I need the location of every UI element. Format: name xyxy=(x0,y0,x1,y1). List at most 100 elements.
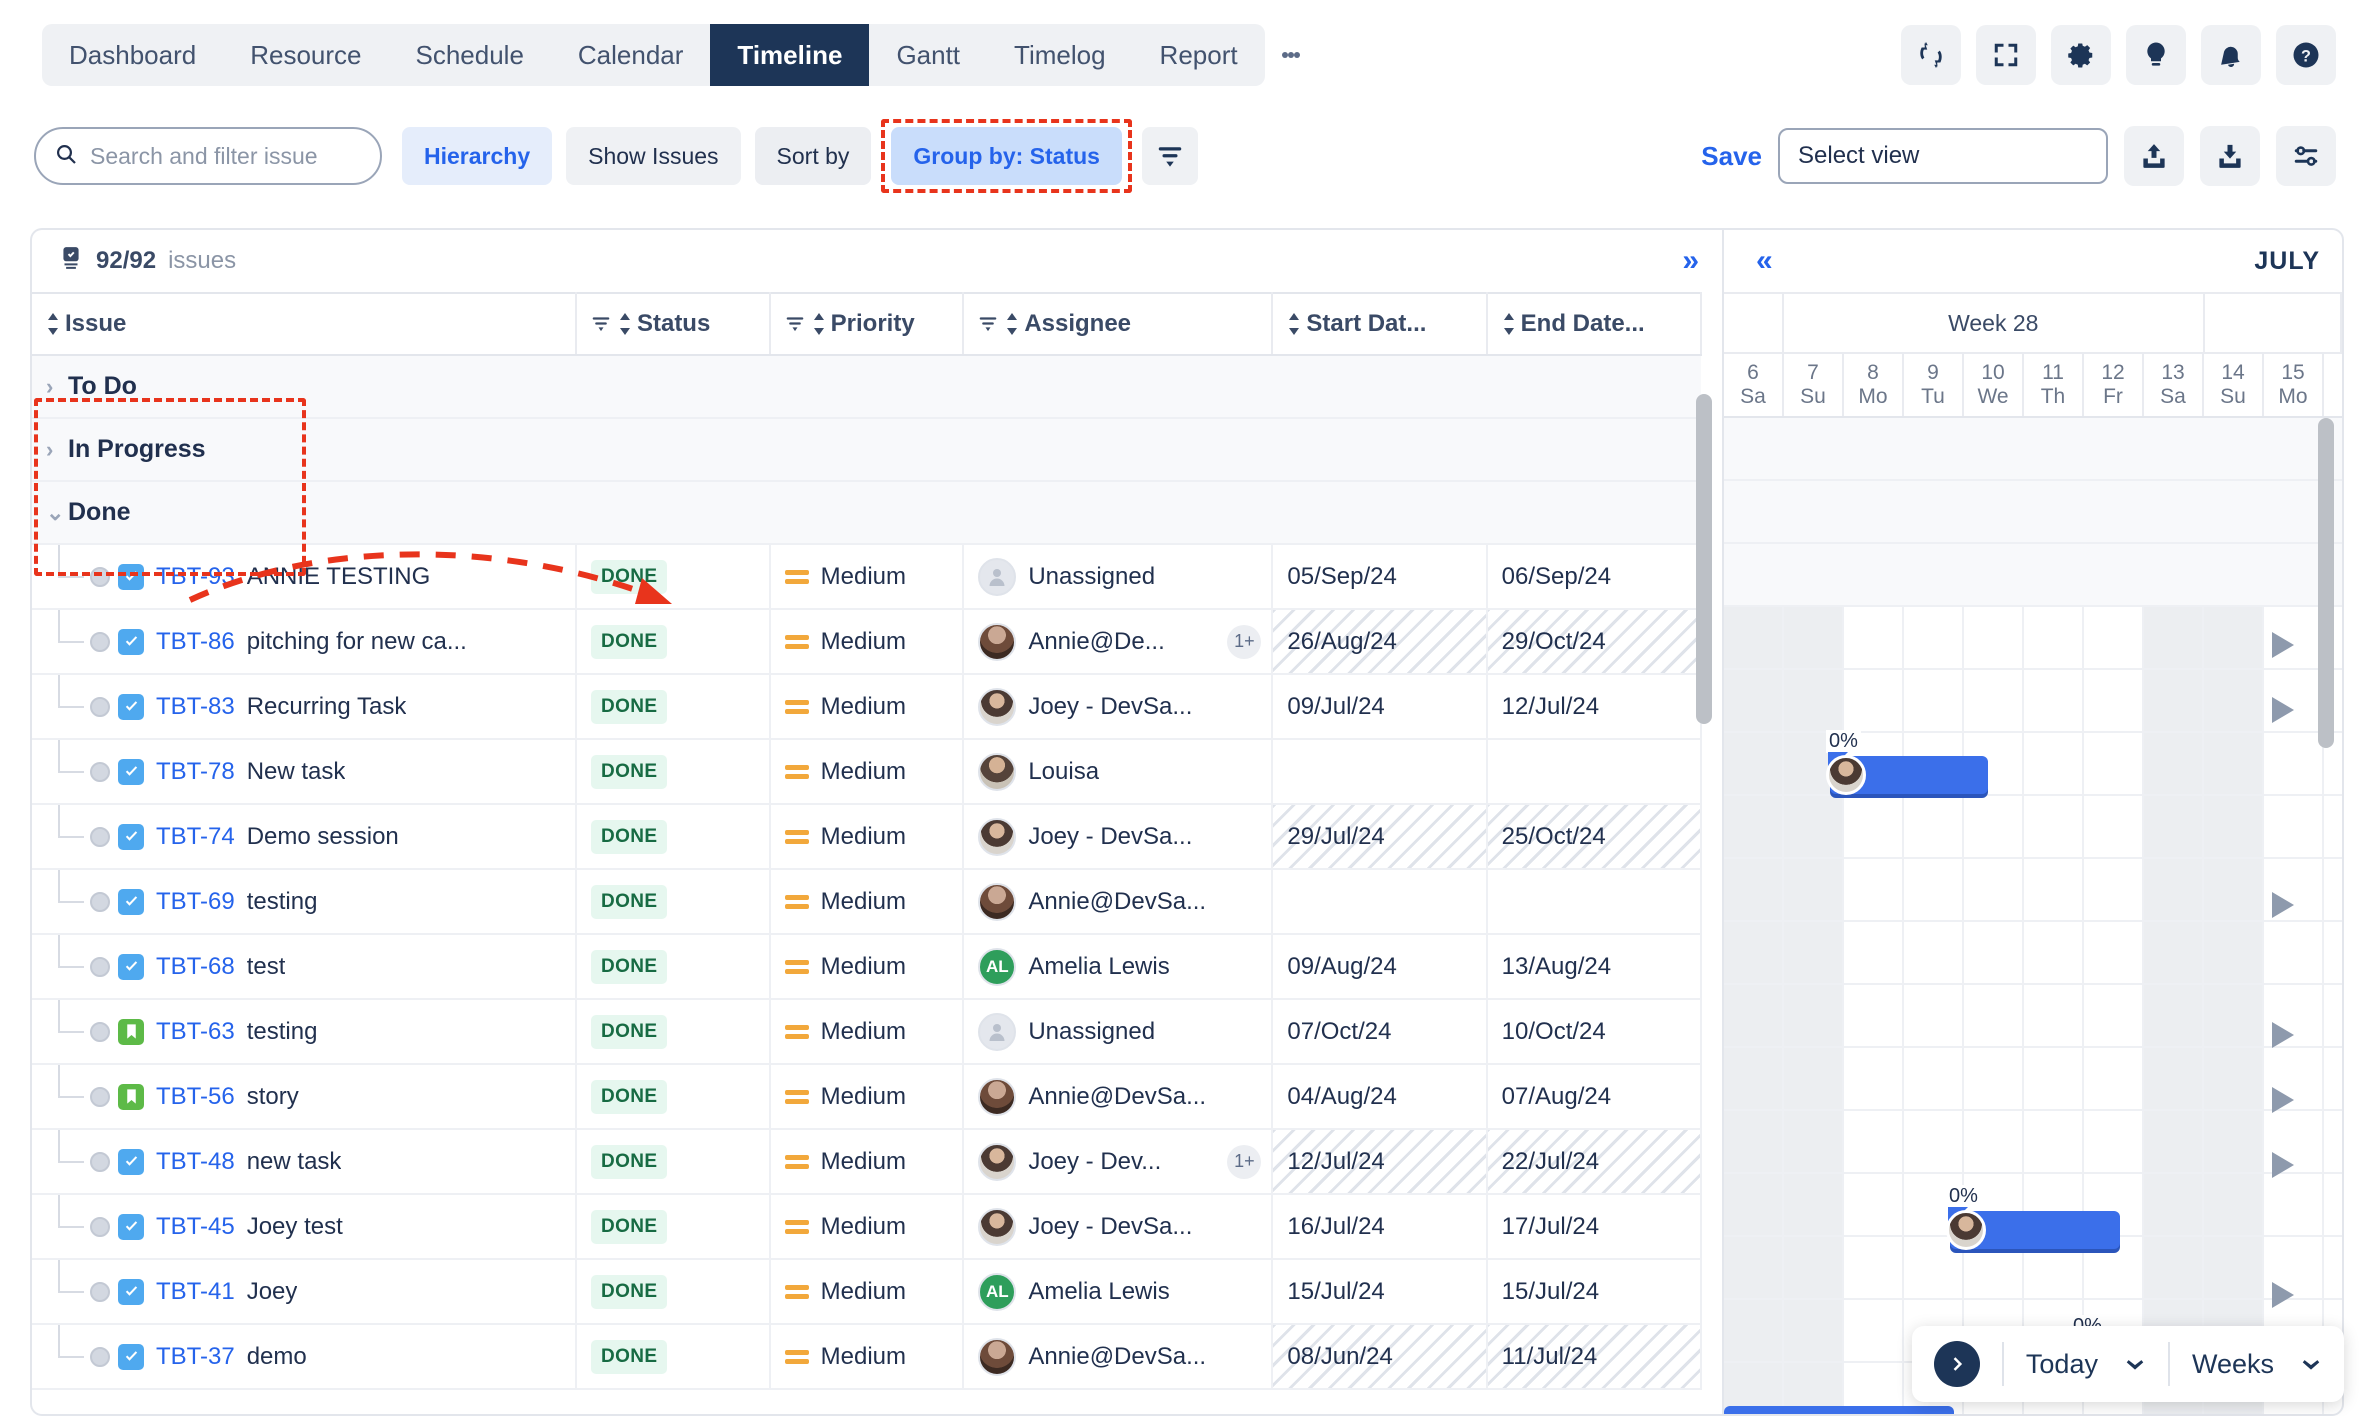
column-header-startdat[interactable]: Start Dat... xyxy=(1272,292,1488,356)
cell-start-date[interactable]: 08/Jun/24 xyxy=(1272,1324,1488,1390)
table-row[interactable]: TBT-37 demo DONE Medium Annie@DevSa... 08/Jun… xyxy=(32,1324,1703,1390)
gantt-vertical-scrollbar[interactable] xyxy=(2318,418,2334,1414)
search-input-wrapper[interactable] xyxy=(34,127,382,185)
cell-assignee[interactable]: Annie@De... 1+ xyxy=(963,609,1274,675)
cell-status[interactable]: DONE xyxy=(575,999,771,1065)
cell-assignee[interactable]: Louisa xyxy=(963,739,1274,805)
upload-icon[interactable] xyxy=(2124,126,2184,186)
cell-end-date[interactable]: 29/Oct/24 xyxy=(1486,609,1703,675)
group-row-to-do[interactable]: › To Do xyxy=(32,355,1701,419)
group-row-in-progress[interactable]: › In Progress xyxy=(32,418,1701,482)
cell-issue[interactable]: TBT-83 Recurring Task xyxy=(32,674,577,740)
column-filter-icon[interactable] xyxy=(591,314,611,334)
cell-status[interactable]: DONE xyxy=(575,1194,771,1260)
chevron-right-icon[interactable]: › xyxy=(46,374,68,400)
column-filter-icon[interactable] xyxy=(978,314,998,334)
cell-end-date[interactable]: 15/Jul/24 xyxy=(1486,1259,1703,1325)
start-timer-play-icon[interactable] xyxy=(2272,1282,2294,1308)
column-header-priority[interactable]: Priority xyxy=(769,292,965,356)
nav-tab-resource[interactable]: Resource xyxy=(223,24,388,86)
cell-status[interactable]: DONE xyxy=(575,1259,771,1325)
nav-tab-report[interactable]: Report xyxy=(1133,24,1265,86)
cell-end-date[interactable]: 13/Aug/24 xyxy=(1486,934,1703,1000)
cell-end-date[interactable]: 25/Oct/24 xyxy=(1486,804,1703,870)
hierarchy-button[interactable]: Hierarchy xyxy=(402,127,553,185)
cell-assignee[interactable]: Unassigned xyxy=(963,544,1274,610)
table-row[interactable]: TBT-83 Recurring Task DONE Medium Joey - Dev… xyxy=(32,674,1703,740)
issue-key[interactable]: TBT-56 xyxy=(156,1083,235,1111)
row-handle[interactable] xyxy=(90,1151,110,1172)
table-scroll-thumb[interactable] xyxy=(1696,394,1712,724)
cell-start-date[interactable]: 05/Sep/24 xyxy=(1272,544,1488,610)
table-row[interactable]: TBT-56 story DONE Medium Annie@DevSa... 04/Au… xyxy=(32,1064,1703,1130)
cell-priority[interactable]: Medium xyxy=(769,1129,965,1195)
sort-icon[interactable] xyxy=(1287,313,1300,335)
cell-status[interactable]: DONE xyxy=(575,804,771,870)
start-timer-play-icon[interactable] xyxy=(2272,632,2294,658)
cell-start-date[interactable]: 16/Jul/24 xyxy=(1272,1194,1488,1260)
cell-assignee[interactable]: AL Amelia Lewis xyxy=(963,1259,1274,1325)
gantt-bar[interactable] xyxy=(1946,1210,2120,1250)
issue-key[interactable]: TBT-74 xyxy=(156,823,235,851)
cell-start-date[interactable]: 29/Jul/24 xyxy=(1272,804,1488,870)
table-row[interactable]: TBT-68 test DONE Medium AL Amelia Lewis 09/Aug… xyxy=(32,934,1703,1000)
cell-status[interactable]: DONE xyxy=(575,544,771,610)
cell-status[interactable]: DONE xyxy=(575,869,771,935)
sort-icon[interactable] xyxy=(618,313,630,335)
cell-assignee[interactable]: Unassigned xyxy=(963,999,1274,1065)
nav-tab-timeline[interactable]: Timeline xyxy=(710,24,870,86)
issue-key[interactable]: TBT-69 xyxy=(156,888,235,916)
sync-icon[interactable] xyxy=(1901,25,1961,85)
sort-by-button[interactable]: Sort by xyxy=(754,127,872,185)
cell-issue[interactable]: TBT-45 Joey test xyxy=(32,1194,577,1260)
gantt-bar[interactable] xyxy=(1826,755,1988,795)
today-dropdown[interactable]: Today xyxy=(2026,1349,2146,1380)
cell-issue[interactable]: TBT-56 story xyxy=(32,1064,577,1130)
row-handle[interactable] xyxy=(90,696,110,717)
group-by-button[interactable]: Group by: Status xyxy=(891,127,1122,185)
cell-start-date[interactable]: 26/Aug/24 xyxy=(1272,609,1488,675)
table-vertical-scrollbar[interactable] xyxy=(1696,394,1712,1404)
cell-assignee[interactable]: Annie@DevSa... xyxy=(963,869,1274,935)
cell-priority[interactable]: Medium xyxy=(769,804,965,870)
cell-end-date[interactable] xyxy=(1486,739,1703,805)
cell-issue[interactable]: TBT-37 demo xyxy=(32,1324,577,1390)
cell-end-date[interactable]: 17/Jul/24 xyxy=(1486,1194,1703,1260)
cell-assignee[interactable]: Annie@DevSa... xyxy=(963,1324,1274,1390)
cell-priority[interactable]: Medium xyxy=(769,1194,965,1260)
select-view-dropdown[interactable]: Select view xyxy=(1778,128,2108,184)
cell-start-date[interactable]: 09/Aug/24 xyxy=(1272,934,1488,1000)
table-row[interactable]: TBT-86 pitching for new ca... DONE Medium An… xyxy=(32,609,1703,675)
cell-priority[interactable]: Medium xyxy=(769,544,965,610)
cell-issue[interactable]: TBT-74 Demo session xyxy=(32,804,577,870)
cell-status[interactable]: DONE xyxy=(575,609,771,675)
cell-end-date[interactable] xyxy=(1486,869,1703,935)
expand-columns-button[interactable]: » xyxy=(1682,244,1699,278)
start-timer-play-icon[interactable] xyxy=(2272,697,2294,723)
save-button[interactable]: Save xyxy=(1701,141,1762,172)
row-handle[interactable] xyxy=(90,761,110,782)
cell-status[interactable]: DONE xyxy=(575,1064,771,1130)
issue-key[interactable]: TBT-48 xyxy=(156,1148,235,1176)
cell-status[interactable]: DONE xyxy=(575,1129,771,1195)
column-header-assignee[interactable]: Assignee xyxy=(963,292,1274,356)
cell-start-date[interactable]: 09/Jul/24 xyxy=(1272,674,1488,740)
cell-issue[interactable]: TBT-41 Joey xyxy=(32,1259,577,1325)
cell-start-date[interactable]: 12/Jul/24 xyxy=(1272,1129,1488,1195)
cell-end-date[interactable]: 07/Aug/24 xyxy=(1486,1064,1703,1130)
cell-priority[interactable]: Medium xyxy=(769,1324,965,1390)
cell-issue[interactable]: TBT-69 testing xyxy=(32,869,577,935)
cell-assignee[interactable]: AL Amelia Lewis xyxy=(963,934,1274,1000)
start-timer-play-icon[interactable] xyxy=(2272,1152,2294,1178)
cell-start-date[interactable] xyxy=(1272,869,1488,935)
chevron-right-icon[interactable] xyxy=(1933,1341,1980,1387)
row-handle[interactable] xyxy=(90,566,110,587)
gear-icon[interactable] xyxy=(2051,25,2111,85)
issue-key[interactable]: TBT-86 xyxy=(156,628,235,656)
cell-end-date[interactable]: 12/Jul/24 xyxy=(1486,674,1703,740)
cell-assignee[interactable]: Annie@DevSa... xyxy=(963,1064,1274,1130)
gantt-scroll-thumb[interactable] xyxy=(2318,418,2334,748)
cell-priority[interactable]: Medium xyxy=(769,934,965,1000)
cell-end-date[interactable]: 06/Sep/24 xyxy=(1486,544,1703,610)
sort-icon[interactable] xyxy=(1502,313,1514,335)
